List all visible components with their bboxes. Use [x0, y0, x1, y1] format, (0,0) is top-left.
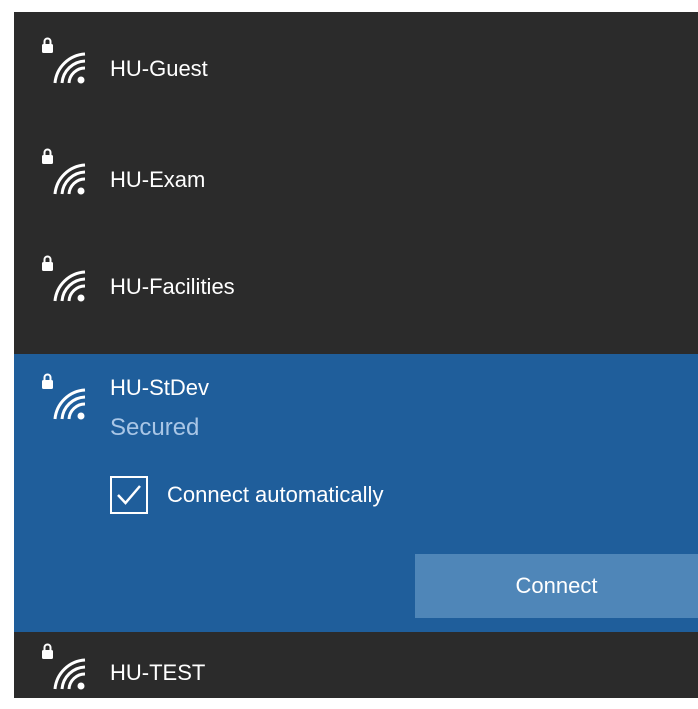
connect-button[interactable]: Connect	[415, 554, 698, 618]
connect-automatically-label: Connect automatically	[167, 482, 384, 507]
wifi-secured-icon	[36, 372, 88, 424]
wifi-secured-icon	[36, 147, 88, 199]
network-status: Secured	[110, 414, 200, 441]
network-item-hu-test[interactable]: HU-TEST	[14, 632, 698, 698]
network-ssid: HU-Exam	[110, 167, 206, 192]
wifi-secured-icon	[36, 642, 88, 694]
connect-automatically-row[interactable]: Connect automatically	[110, 475, 383, 515]
network-ssid: HU-StDev	[110, 375, 210, 400]
network-ssid: HU-Facilities	[110, 274, 235, 299]
wifi-secured-icon	[36, 36, 88, 88]
wifi-secured-icon	[36, 254, 88, 306]
network-item-hu-guest[interactable]: HU-Guest	[14, 12, 698, 119]
network-item-hu-stdev[interactable]: HU-StDev Secured	[14, 354, 698, 464]
network-item-hu-facilities[interactable]: HU-Facilities	[14, 230, 698, 337]
network-item-hu-exam[interactable]: HU-Exam	[14, 123, 698, 230]
connect-automatically-checkbox[interactable]	[110, 476, 148, 514]
checkmark-icon	[117, 485, 141, 505]
network-ssid: HU-TEST	[110, 660, 206, 685]
network-flyout: HU-Guest HU-Exam HU-Facilities HU-StDev …	[14, 12, 698, 698]
network-ssid: HU-Guest	[110, 56, 208, 81]
